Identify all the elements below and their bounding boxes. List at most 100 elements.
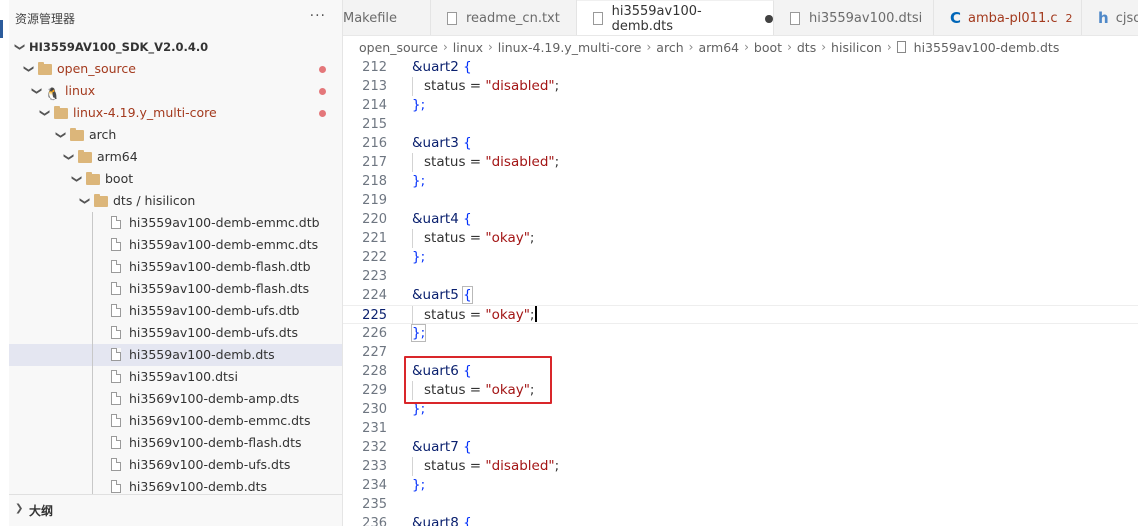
tree-folder-label: open_source bbox=[57, 61, 136, 76]
folder-icon bbox=[86, 172, 100, 185]
tree-folder[interactable]: ❯ open_source bbox=[9, 58, 342, 80]
tree-file[interactable]: hi3569v100-demb-ufs.dts bbox=[9, 454, 342, 476]
code-text: }; bbox=[410, 324, 427, 343]
tree-file[interactable]: hi3559av100-demb-ufs.dts bbox=[9, 322, 342, 344]
line-number: 230 bbox=[362, 402, 387, 417]
file-icon bbox=[111, 348, 121, 361]
tree-file[interactable]: hi3559av100-demb-flash.dts bbox=[9, 278, 342, 300]
code-text: }; bbox=[412, 476, 425, 495]
line-number: 212 bbox=[362, 60, 387, 75]
more-actions-icon[interactable]: ··· bbox=[310, 8, 326, 24]
code-text: status = "disabled"; bbox=[424, 457, 559, 476]
breadcrumb-item[interactable]: hisilicon bbox=[831, 40, 882, 55]
brace: { bbox=[463, 59, 472, 75]
breadcrumb-item[interactable]: linux bbox=[453, 40, 483, 55]
code-text: status = "disabled"; bbox=[424, 153, 559, 172]
tree-file[interactable]: hi3559av100-demb-ufs.dtb bbox=[9, 300, 342, 322]
tree-file[interactable]: hi3559av100-demb.dts bbox=[9, 344, 342, 366]
tree-folder[interactable]: ❯ 🐧 linux bbox=[9, 80, 342, 102]
tree-file-label: hi3569v100-demb-amp.dts bbox=[129, 391, 300, 406]
indent-guide bbox=[92, 300, 93, 322]
string-value: "disabled" bbox=[485, 78, 555, 94]
indent-guide bbox=[92, 454, 93, 476]
code-text: &uart4 { bbox=[412, 210, 472, 229]
folder-icon bbox=[38, 62, 52, 75]
breadcrumb-item[interactable]: arch bbox=[656, 40, 683, 55]
code-text: &uart7 { bbox=[412, 438, 472, 457]
file-icon bbox=[111, 260, 121, 273]
line-number: 225 bbox=[362, 308, 387, 323]
file-icon bbox=[111, 414, 121, 427]
line-number: 229 bbox=[362, 383, 387, 398]
line-number: 224 bbox=[362, 288, 387, 303]
tab-hi3559av100-demb-dts[interactable]: hi3559av100-demb.dts bbox=[577, 0, 774, 35]
tree-file[interactable]: hi3559av100.dtsi bbox=[9, 366, 342, 388]
tree-folder[interactable]: ❯ arch bbox=[9, 124, 342, 146]
code-line: 233 status = "disabled"; bbox=[343, 457, 1138, 476]
file-icon bbox=[111, 480, 121, 493]
chevron-right-icon: ❯ bbox=[15, 503, 24, 514]
tree-file[interactable]: hi3559av100-demb-emmc.dtb bbox=[9, 212, 342, 234]
breadcrumb-item[interactable]: arm64 bbox=[698, 40, 739, 55]
tree-folder[interactable]: ❯ boot bbox=[9, 168, 342, 190]
code-line: 235 bbox=[343, 495, 1138, 514]
file-icon bbox=[111, 458, 121, 471]
chevron-right-icon: › bbox=[487, 40, 493, 54]
file-icon bbox=[447, 11, 457, 25]
file-icon bbox=[111, 282, 121, 295]
outline-panel-header[interactable]: ❯ 大纲 bbox=[9, 494, 342, 526]
tab-readme-cn-txt[interactable]: readme_cn.txt bbox=[431, 0, 577, 35]
tab-label: cjso bbox=[1115, 10, 1138, 26]
tree-file[interactable]: hi3559av100-demb-flash.dtb bbox=[9, 256, 342, 278]
code-line: 214}; bbox=[343, 96, 1138, 115]
line-number: 217 bbox=[362, 155, 387, 170]
code-line: 222}; bbox=[343, 248, 1138, 267]
line-number: 213 bbox=[362, 79, 387, 94]
tree-root[interactable]: ❯ HI3559AV100_SDK_V2.0.4.0 bbox=[9, 36, 342, 58]
breadcrumb-item[interactable]: open_source bbox=[359, 40, 438, 55]
indent-guide bbox=[92, 366, 93, 388]
line-number: 220 bbox=[362, 212, 387, 227]
breadcrumb-item[interactable]: hi3559av100-demb.dts bbox=[914, 40, 1060, 55]
tree-file-label: hi3559av100-demb-ufs.dts bbox=[129, 325, 299, 340]
code-line: 223 bbox=[343, 267, 1138, 286]
semicolon: ; bbox=[529, 382, 535, 398]
tab-makefile[interactable]: Makefile bbox=[343, 0, 431, 35]
code-line: 219 bbox=[343, 191, 1138, 210]
tree-folder-label: boot bbox=[105, 171, 134, 186]
unsaved-dot-icon bbox=[765, 14, 773, 23]
semicolon: ; bbox=[554, 458, 560, 474]
line-number: 219 bbox=[362, 193, 387, 208]
line-number: 226 bbox=[362, 326, 387, 341]
code-line: 218}; bbox=[343, 172, 1138, 191]
code-editor[interactable]: 212 &uart2 {213 status = "disabled"; 214}; 2… bbox=[343, 58, 1138, 526]
chevron-right-icon: › bbox=[744, 40, 749, 54]
breadcrumb-item[interactable]: linux-4.19.y_multi-core bbox=[498, 40, 642, 55]
tree-file[interactable]: hi3569v100-demb-emmc.dts bbox=[9, 410, 342, 432]
tree-folder[interactable]: ❯ arm64 bbox=[9, 146, 342, 168]
semicolon: ; bbox=[529, 230, 535, 246]
closing-brace: }; bbox=[412, 477, 426, 493]
tree-file[interactable]: hi3569v100-demb-amp.dts bbox=[9, 388, 342, 410]
tab-amba-pl011-c[interactable]: Camba-pl011.c 2 bbox=[934, 0, 1082, 35]
indent-guide bbox=[412, 77, 413, 96]
tree-file[interactable]: hi3569v100-demb-flash.dts bbox=[9, 432, 342, 454]
tree-file-label: hi3559av100-demb.dts bbox=[129, 347, 275, 362]
tab-label: Makefile bbox=[343, 10, 398, 26]
tab-hi3559av100-dtsi[interactable]: hi3559av100.dtsi bbox=[774, 0, 934, 35]
tree-root-label: HI3559AV100_SDK_V2.0.4.0 bbox=[29, 40, 209, 54]
breadcrumb-item[interactable]: dts bbox=[797, 40, 816, 55]
code-text: }; bbox=[412, 172, 425, 191]
tree-file[interactable]: hi3559av100-demb-emmc.dts bbox=[9, 234, 342, 256]
tree-folder[interactable]: ❯ dts / hisilicon bbox=[9, 190, 342, 212]
operator: = bbox=[465, 307, 486, 323]
file-icon bbox=[111, 238, 121, 251]
semicolon: ; bbox=[554, 154, 560, 170]
line-number: 215 bbox=[362, 117, 387, 132]
tab-cjso[interactable]: hcjso bbox=[1082, 0, 1138, 35]
chevron-right-icon: › bbox=[442, 40, 448, 54]
breadcrumb-item[interactable]: boot bbox=[754, 40, 782, 55]
string-value: "okay" bbox=[485, 230, 530, 246]
tree-file-label: hi3569v100-demb-ufs.dts bbox=[129, 457, 291, 472]
tree-folder[interactable]: ❯ linux-4.19.y_multi-core bbox=[9, 102, 342, 124]
